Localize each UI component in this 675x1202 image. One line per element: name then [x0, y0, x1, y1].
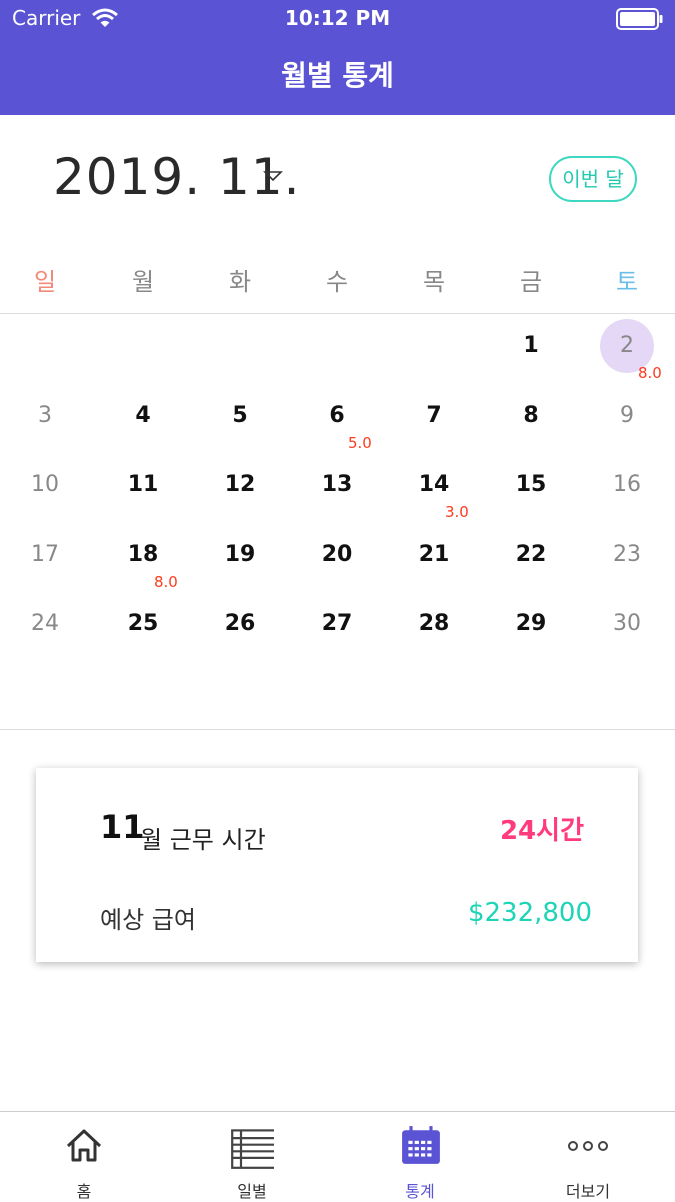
calendar-day[interactable]: 27: [307, 594, 367, 654]
day-number: 20: [321, 542, 353, 567]
calendar-day[interactable]: 23: [597, 525, 657, 585]
tab-bar: 홈 일별 통계 더보기: [0, 1111, 675, 1201]
calendar-day[interactable]: 3: [15, 386, 75, 446]
day-number: 13: [321, 472, 353, 497]
calendar-day[interactable]: 9: [597, 386, 657, 446]
day-number: 11: [127, 472, 159, 497]
day-number: 24: [31, 611, 59, 636]
day-number: 10: [31, 472, 59, 497]
day-number: 12: [224, 472, 256, 497]
day-number: 28: [418, 611, 450, 636]
calendar-day[interactable]: 24: [15, 594, 75, 654]
calendar-day[interactable]: 28: [404, 594, 464, 654]
work-month-number: 11: [100, 808, 145, 846]
calendar-day[interactable]: 6 5.0: [307, 386, 372, 452]
calendar-day[interactable]: 12: [210, 455, 270, 515]
calendar-day[interactable]: 1: [501, 316, 561, 376]
calendar-day[interactable]: 25: [113, 594, 173, 654]
calendar-day[interactable]: 29: [501, 594, 561, 654]
calendar-day[interactable]: 11: [113, 455, 173, 515]
day-number: 19: [224, 542, 256, 567]
day-number: 8: [523, 403, 539, 428]
tab-label: 홈: [76, 1182, 92, 1201]
divider: [0, 313, 675, 314]
tab-label: 더보기: [565, 1182, 611, 1201]
day-hours-badge: 8.0: [638, 364, 662, 382]
weekday-label: 일: [33, 268, 57, 296]
day-number: 7: [426, 403, 442, 428]
header-bar: Carrier 10:12 PM 월별 통계: [0, 0, 675, 115]
calendar-day[interactable]: 10: [15, 455, 75, 515]
work-hours-label: 월 근무 시간: [140, 826, 266, 854]
tab-daily[interactable]: 일별: [168, 1112, 336, 1201]
calendar-day[interactable]: 21: [404, 525, 464, 585]
calendar-day[interactable]: 18 8.0: [113, 525, 178, 591]
calendar-day[interactable]: 7: [404, 386, 464, 446]
calendar-day[interactable]: 26: [210, 594, 270, 654]
calendar-day[interactable]: 20: [307, 525, 367, 585]
day-hours-badge: 5.0: [348, 434, 372, 452]
calendar-day[interactable]: 2 8.0: [597, 316, 662, 382]
weekday-label: 토: [615, 268, 639, 296]
home-icon: [66, 1129, 102, 1162]
day-number: 9: [620, 403, 634, 428]
day-number: 29: [515, 611, 547, 636]
day-number: 17: [31, 542, 59, 567]
day-number: 15: [515, 472, 547, 497]
weekday-label: 목: [422, 268, 446, 296]
day-number: 30: [613, 611, 641, 636]
summary-card: 11 월 근무 시간 24시간 예상 급여 $232,800: [36, 768, 638, 962]
tab-label: 통계: [405, 1182, 435, 1201]
weekday-label: 수: [325, 268, 349, 296]
calendar-day[interactable]: 30: [597, 594, 657, 654]
list-icon: [231, 1129, 274, 1169]
day-number: 23: [613, 542, 641, 567]
salary-label: 예상 급여: [100, 906, 196, 934]
calendar-day[interactable]: 19: [210, 525, 270, 585]
day-number: 3: [38, 403, 52, 428]
calendar-day[interactable]: 14 3.0: [404, 455, 469, 521]
day-number: 4: [135, 403, 151, 428]
tab-label: 일별: [237, 1182, 267, 1201]
tab-more[interactable]: 더보기: [504, 1112, 672, 1201]
salary-value: $232,800: [467, 898, 592, 928]
calendar-day[interactable]: 8: [501, 386, 561, 446]
status-time: 10:12 PM: [284, 6, 391, 30]
weekday-label: 화: [228, 268, 252, 296]
calendar-day[interactable]: 4: [113, 386, 173, 446]
calendar-day[interactable]: 16: [597, 455, 657, 515]
calendar-day[interactable]: 17: [15, 525, 75, 585]
page-title: 월별 통계: [281, 59, 394, 92]
weekday-label: 월: [131, 268, 155, 296]
day-number: 27: [321, 611, 353, 636]
more-icon: [568, 1141, 608, 1151]
calendar-day[interactable]: 5: [210, 386, 270, 446]
day-number: 26: [224, 611, 256, 636]
day-number: 25: [127, 611, 159, 636]
day-number: 21: [418, 542, 450, 567]
calendar-day[interactable]: 22: [501, 525, 561, 585]
this-month-button[interactable]: 이번 달: [549, 156, 637, 202]
day-hours-badge: 8.0: [154, 573, 178, 591]
work-hours-value: 24시간: [499, 816, 584, 846]
day-hours-badge: 3.0: [445, 503, 469, 521]
day-number: 1: [523, 333, 539, 358]
calendar-icon: [402, 1126, 440, 1164]
battery-icon: [616, 8, 663, 30]
tab-home[interactable]: 홈: [0, 1112, 168, 1201]
calendar-day[interactable]: 15: [501, 455, 561, 515]
divider: [0, 729, 675, 730]
chevron-down-icon[interactable]: [262, 168, 284, 184]
calendar-day[interactable]: 13: [307, 455, 367, 515]
day-number: 5: [232, 403, 248, 428]
day-number: 16: [613, 472, 641, 497]
weekday-label: 금: [519, 268, 543, 296]
day-number: 22: [515, 542, 547, 567]
tab-stats[interactable]: 통계: [336, 1112, 504, 1201]
